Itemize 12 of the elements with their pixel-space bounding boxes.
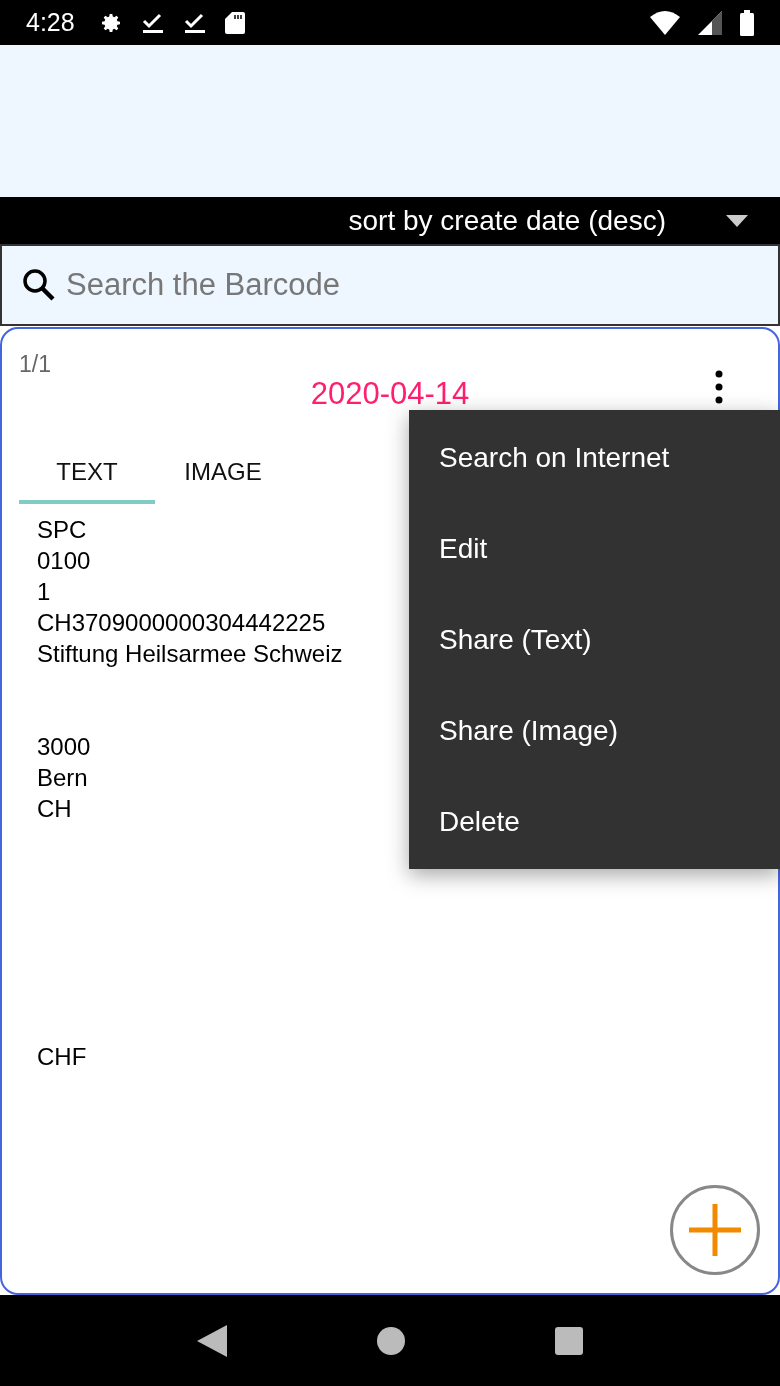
- menu-item[interactable]: Share (Text): [409, 594, 780, 685]
- status-time: 4:28: [26, 6, 75, 38]
- tab[interactable]: TEXT: [19, 443, 155, 504]
- menu-item[interactable]: Share (Image): [409, 685, 780, 776]
- search-field[interactable]: Search the Barcode: [0, 244, 780, 326]
- item-counter: 1/1: [19, 350, 51, 379]
- menu-item[interactable]: Delete: [409, 776, 780, 867]
- tab[interactable]: IMAGE: [155, 443, 291, 504]
- menu-item[interactable]: Edit: [409, 503, 780, 594]
- scan-date: 2020-04-14: [310, 376, 470, 411]
- barcode-text: SPC 0100 1 CH3709000000304442225 Stiftung Heilsarmee Schweiz 3000 Bern CH CHF: [37, 514, 343, 1072]
- menu-item[interactable]: Search on Internet: [409, 412, 780, 503]
